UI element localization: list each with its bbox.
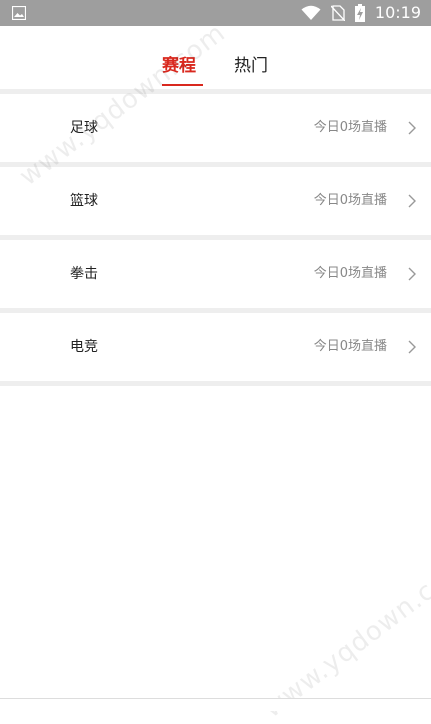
list-item-football[interactable]: 足球 今日0场直播 bbox=[0, 94, 431, 162]
chevron-right-icon bbox=[408, 267, 416, 281]
chevron-right-icon bbox=[408, 340, 416, 354]
tab-schedule[interactable]: 赛程 bbox=[162, 56, 196, 76]
item-label: 拳击 bbox=[70, 266, 98, 282]
bottom-bar bbox=[0, 698, 431, 711]
list-item-esports[interactable]: 电竞 今日0场直播 bbox=[0, 313, 431, 381]
chevron-right-icon bbox=[408, 121, 416, 135]
item-label: 篮球 bbox=[70, 193, 98, 209]
item-label: 足球 bbox=[70, 120, 98, 136]
item-status: 今日0场直播 bbox=[313, 339, 387, 354]
active-tab-indicator bbox=[162, 84, 203, 86]
gallery-icon bbox=[12, 6, 26, 20]
list-item-boxing[interactable]: 拳击 今日0场直播 bbox=[0, 240, 431, 308]
item-label: 电竞 bbox=[70, 339, 98, 355]
item-status: 今日0场直播 bbox=[313, 193, 387, 208]
item-status: 今日0场直播 bbox=[313, 120, 387, 135]
sport-category-list: 足球 今日0场直播 篮球 今日0场直播 拳击 今日0场直播 电竞 今日0场直播 bbox=[0, 89, 431, 386]
no-sim-icon bbox=[330, 5, 345, 21]
divider bbox=[0, 381, 431, 386]
battery-charging-icon bbox=[354, 4, 365, 22]
tab-hot[interactable]: 热门 bbox=[234, 56, 268, 76]
wifi-icon bbox=[301, 5, 321, 20]
status-bar: 10:19 bbox=[0, 0, 431, 26]
tab-bar: 赛程 热门 bbox=[0, 26, 431, 90]
list-item-basketball[interactable]: 篮球 今日0场直播 bbox=[0, 167, 431, 235]
status-icons: 10:19 bbox=[301, 0, 421, 26]
status-time: 10:19 bbox=[374, 3, 421, 22]
chevron-right-icon bbox=[408, 194, 416, 208]
item-status: 今日0场直播 bbox=[313, 266, 387, 281]
